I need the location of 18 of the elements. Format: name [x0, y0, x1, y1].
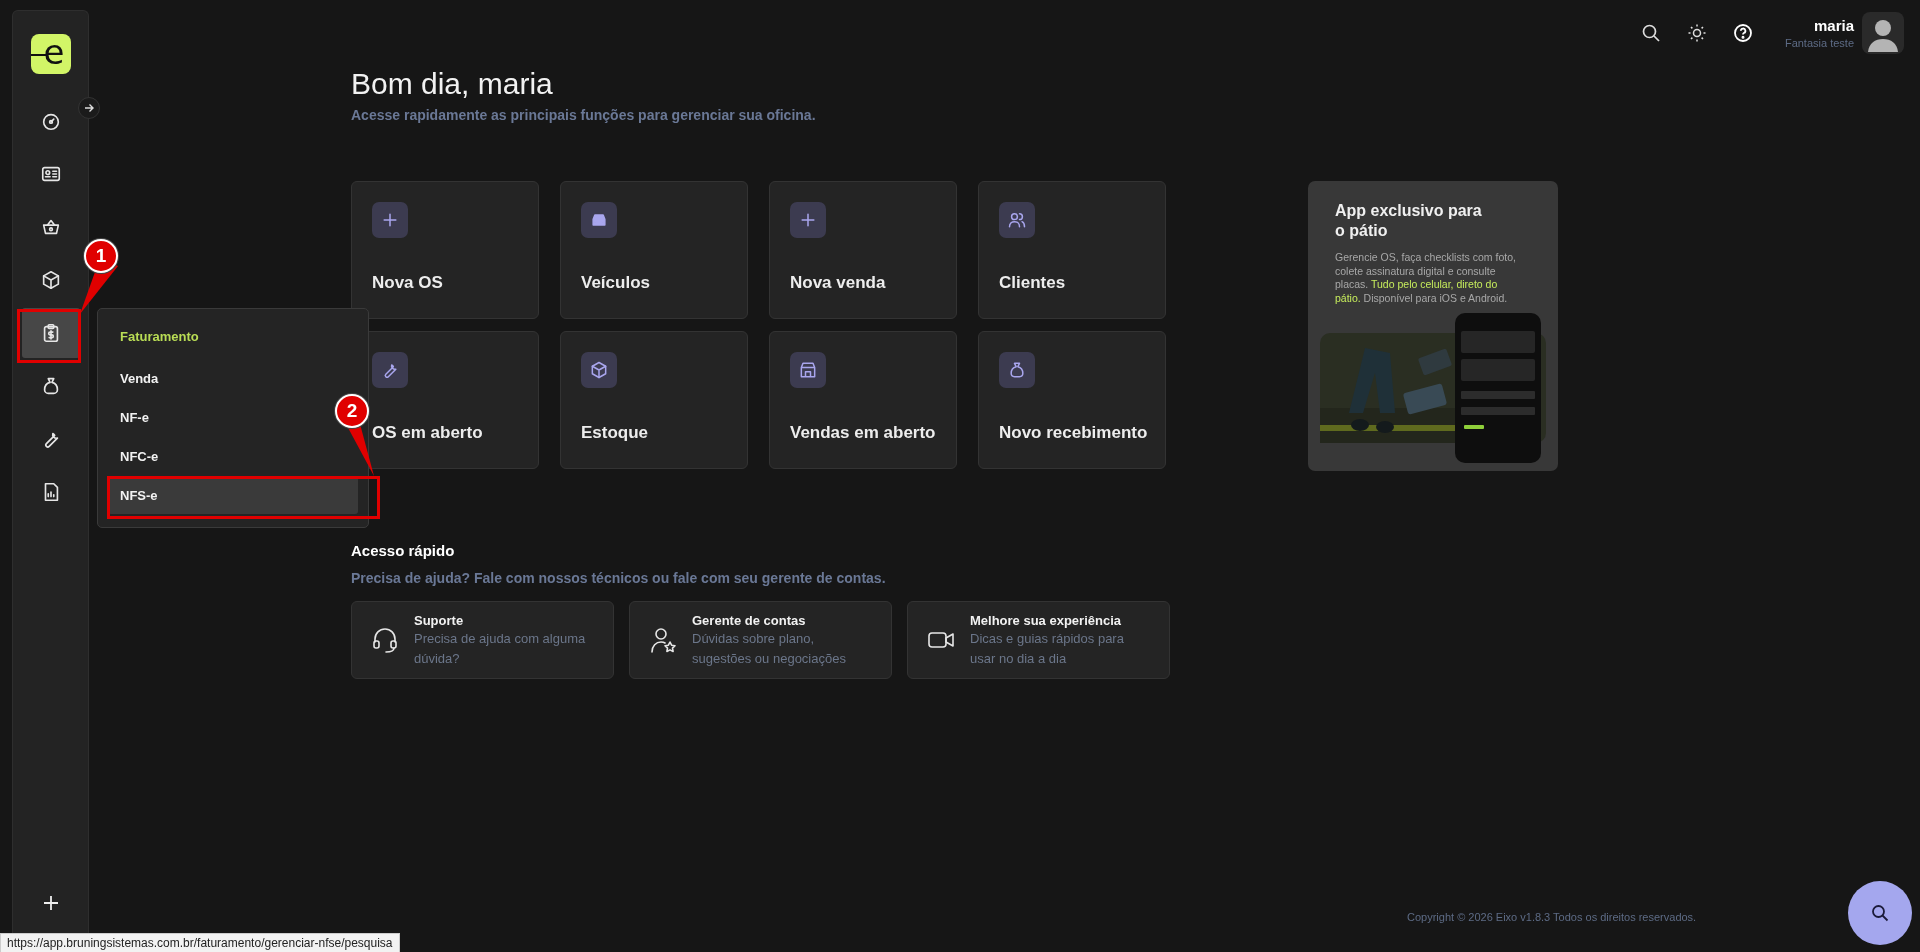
- company-name: Fantasia teste: [1784, 37, 1854, 49]
- submenu-title: Faturamento: [119, 328, 200, 346]
- card-description: Precisa de ajuda com alguma dúvida?: [414, 629, 587, 668]
- greeting: Bom dia, maria: [351, 66, 554, 102]
- card-title: Suporte: [414, 611, 465, 629]
- status-url: https://app.bruningsistemas.com.br/faturamento/gerenciar-nfse/pesquisa: [0, 933, 400, 952]
- section-title: Acesso rápido: [351, 542, 456, 559]
- callout-marker: 1: [84, 239, 118, 273]
- copyright: Copyright © 2026 Eixo v1.8.3 Todos os direitos reservados.: [1407, 911, 1697, 923]
- user-name: maria: [1813, 17, 1854, 34]
- card-description: Dúvidas sobre plano, sugestões ou negociações: [692, 629, 847, 668]
- card-title: Gerente de contas: [692, 611, 807, 629]
- card-description: Dicas e guias rápidos para usar no dia a dia: [970, 629, 1125, 668]
- card-title: Melhore sua experiência: [970, 611, 1122, 629]
- subtitle: Acesse rapidamente as principais funções para gerenciar sua oficina.: [351, 106, 817, 124]
- promo-description: Gerencie OS, faça checklists com foto, colete assinatura digital e consulte placas. Tudo pelo celular, direto do pátio. Disponível para iOS e Android.: [1335, 251, 1517, 305]
- promo-title: App exclusivo para o pátio: [1335, 201, 1483, 241]
- section-subtitle: Precisa de ajuda? Fale com nossos técnicos ou fale com seu gerente de contas.: [351, 570, 887, 586]
